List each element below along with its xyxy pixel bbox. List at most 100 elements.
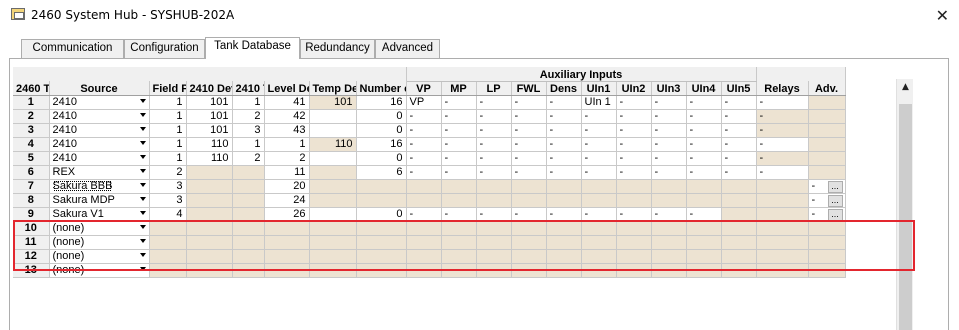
cell-uin4[interactable] xyxy=(686,221,722,236)
table-row[interactable]: 6 REX 2 11 6- - - - - - - - - - - xyxy=(13,165,846,180)
cell-field-port[interactable]: 1 xyxy=(149,109,187,124)
cell-level-addr[interactable]: 43 xyxy=(264,123,310,138)
table-row[interactable]: 10 (none) xyxy=(13,221,846,236)
cell-mp[interactable]: - xyxy=(441,151,477,166)
dropdown-arrow-icon[interactable] xyxy=(139,126,146,131)
cell-device-addr[interactable] xyxy=(186,207,233,222)
cell-mp[interactable] xyxy=(441,249,477,264)
cell-temp-addr[interactable] xyxy=(309,249,357,264)
cell-mp[interactable] xyxy=(441,235,477,250)
cell-vp[interactable]: VP xyxy=(406,95,442,110)
cell-lp[interactable]: - xyxy=(476,151,512,166)
cell-temp-addr[interactable] xyxy=(309,207,357,222)
cell-adv[interactable] xyxy=(808,221,846,236)
cell-dens[interactable]: - xyxy=(546,137,582,152)
cell-temp-addr[interactable] xyxy=(309,165,357,180)
cell-uin2[interactable]: - xyxy=(616,151,652,166)
cell-uin4[interactable] xyxy=(686,249,722,264)
cell-source[interactable]: Sakura MDP xyxy=(49,193,150,208)
cell-source[interactable]: 2410 xyxy=(49,137,150,152)
cell-tank-pos[interactable] xyxy=(232,193,265,208)
cell-device-addr[interactable]: 110 xyxy=(186,137,233,152)
cell-temp-elem[interactable]: 16 xyxy=(356,95,407,110)
cell-temp-addr[interactable]: 101 xyxy=(309,95,357,110)
cell-mp[interactable] xyxy=(441,221,477,236)
cell-uin4[interactable]: - xyxy=(686,123,722,138)
cell-vp[interactable] xyxy=(406,235,442,250)
cell-field-port[interactable]: 3 xyxy=(149,179,187,194)
cell-uin2[interactable] xyxy=(616,193,652,208)
cell-level-addr[interactable]: 20 xyxy=(264,179,310,194)
cell-dens[interactable] xyxy=(546,249,582,264)
cell-temp-addr[interactable] xyxy=(309,193,357,208)
cell-uin5[interactable] xyxy=(721,235,757,250)
cell-uin1[interactable] xyxy=(581,249,617,264)
table-row[interactable]: 4 2410 1 110 1 1 110 16- - - - - - - - - - - xyxy=(13,137,846,152)
cell-temp-elem[interactable] xyxy=(356,235,407,250)
dropdown-arrow-icon[interactable] xyxy=(139,168,146,173)
cell-uin5[interactable] xyxy=(721,193,757,208)
cell-uin4[interactable] xyxy=(686,263,722,278)
cell-temp-elem[interactable]: 0 xyxy=(356,207,407,222)
cell-level-addr[interactable]: 2 xyxy=(264,151,310,166)
cell-tank-pos[interactable]: 3 xyxy=(232,123,265,138)
cell-uin5[interactable]: - xyxy=(721,151,757,166)
cell-vp[interactable]: - xyxy=(406,207,442,222)
cell-adv[interactable] xyxy=(808,109,846,124)
cell-vp[interactable] xyxy=(406,179,442,194)
cell-adv[interactable] xyxy=(808,137,846,152)
cell-uin3[interactable]: - xyxy=(651,109,687,124)
cell-source[interactable]: (none) xyxy=(49,221,150,236)
cell-lp[interactable] xyxy=(476,221,512,236)
cell-relays[interactable]: - xyxy=(756,95,809,110)
cell-level-addr[interactable] xyxy=(264,235,310,250)
cell-fwl[interactable] xyxy=(511,179,547,194)
cell-device-addr[interactable]: 101 xyxy=(186,123,233,138)
cell-uin2[interactable] xyxy=(616,221,652,236)
cell-temp-addr[interactable] xyxy=(309,221,357,236)
cell-relays[interactable] xyxy=(756,235,809,250)
table-row[interactable]: 8 Sakura MDP 3 24 -... xyxy=(13,193,846,208)
cell-tank-pos[interactable] xyxy=(232,221,265,236)
cell-vp[interactable]: - xyxy=(406,109,442,124)
cell-source[interactable]: Sakura V1 xyxy=(49,207,150,222)
cell-lp[interactable] xyxy=(476,235,512,250)
cell-uin4[interactable]: - xyxy=(686,165,722,180)
cell-uin1[interactable]: - xyxy=(581,207,617,222)
cell-temp-elem[interactable]: 0 xyxy=(356,109,407,124)
cell-uin2[interactable] xyxy=(616,249,652,264)
cell-level-addr[interactable] xyxy=(264,221,310,236)
cell-source[interactable]: 2410 xyxy=(49,109,150,124)
cell-uin5[interactable]: - xyxy=(721,137,757,152)
cell-fwl[interactable] xyxy=(511,235,547,250)
tab-advanced[interactable]: Advanced xyxy=(375,39,440,58)
cell-level-addr[interactable]: 24 xyxy=(264,193,310,208)
cell-lp[interactable]: - xyxy=(476,95,512,110)
cell-fwl[interactable]: - xyxy=(511,137,547,152)
cell-adv[interactable] xyxy=(808,123,846,138)
cell-uin1[interactable]: - xyxy=(581,123,617,138)
advanced-settings-button[interactable]: ... xyxy=(827,194,843,206)
cell-source[interactable]: REX xyxy=(49,165,150,180)
cell-temp-elem[interactable] xyxy=(356,179,407,194)
cell-source[interactable]: (none) xyxy=(49,235,150,250)
cell-source[interactable]: (none) xyxy=(49,249,150,264)
cell-uin2[interactable]: - xyxy=(616,109,652,124)
cell-source[interactable]: 2410 xyxy=(49,151,150,166)
cell-source[interactable]: 2410 xyxy=(49,95,150,110)
cell-dens[interactable] xyxy=(546,263,582,278)
cell-uin3[interactable]: - xyxy=(651,151,687,166)
cell-uin4[interactable]: - xyxy=(686,207,722,222)
cell-uin5[interactable]: - xyxy=(721,109,757,124)
tab-configuration[interactable]: Configuration xyxy=(124,39,205,58)
cell-adv[interactable] xyxy=(808,95,846,110)
cell-fwl[interactable]: - xyxy=(511,207,547,222)
cell-tank-pos[interactable] xyxy=(232,235,265,250)
cell-uin3[interactable]: - xyxy=(651,123,687,138)
cell-lp[interactable] xyxy=(476,263,512,278)
cell-adv[interactable] xyxy=(808,263,846,278)
cell-mp[interactable] xyxy=(441,263,477,278)
cell-uin5[interactable] xyxy=(721,207,757,222)
cell-mp[interactable]: - xyxy=(441,95,477,110)
cell-tank-pos[interactable] xyxy=(232,179,265,194)
